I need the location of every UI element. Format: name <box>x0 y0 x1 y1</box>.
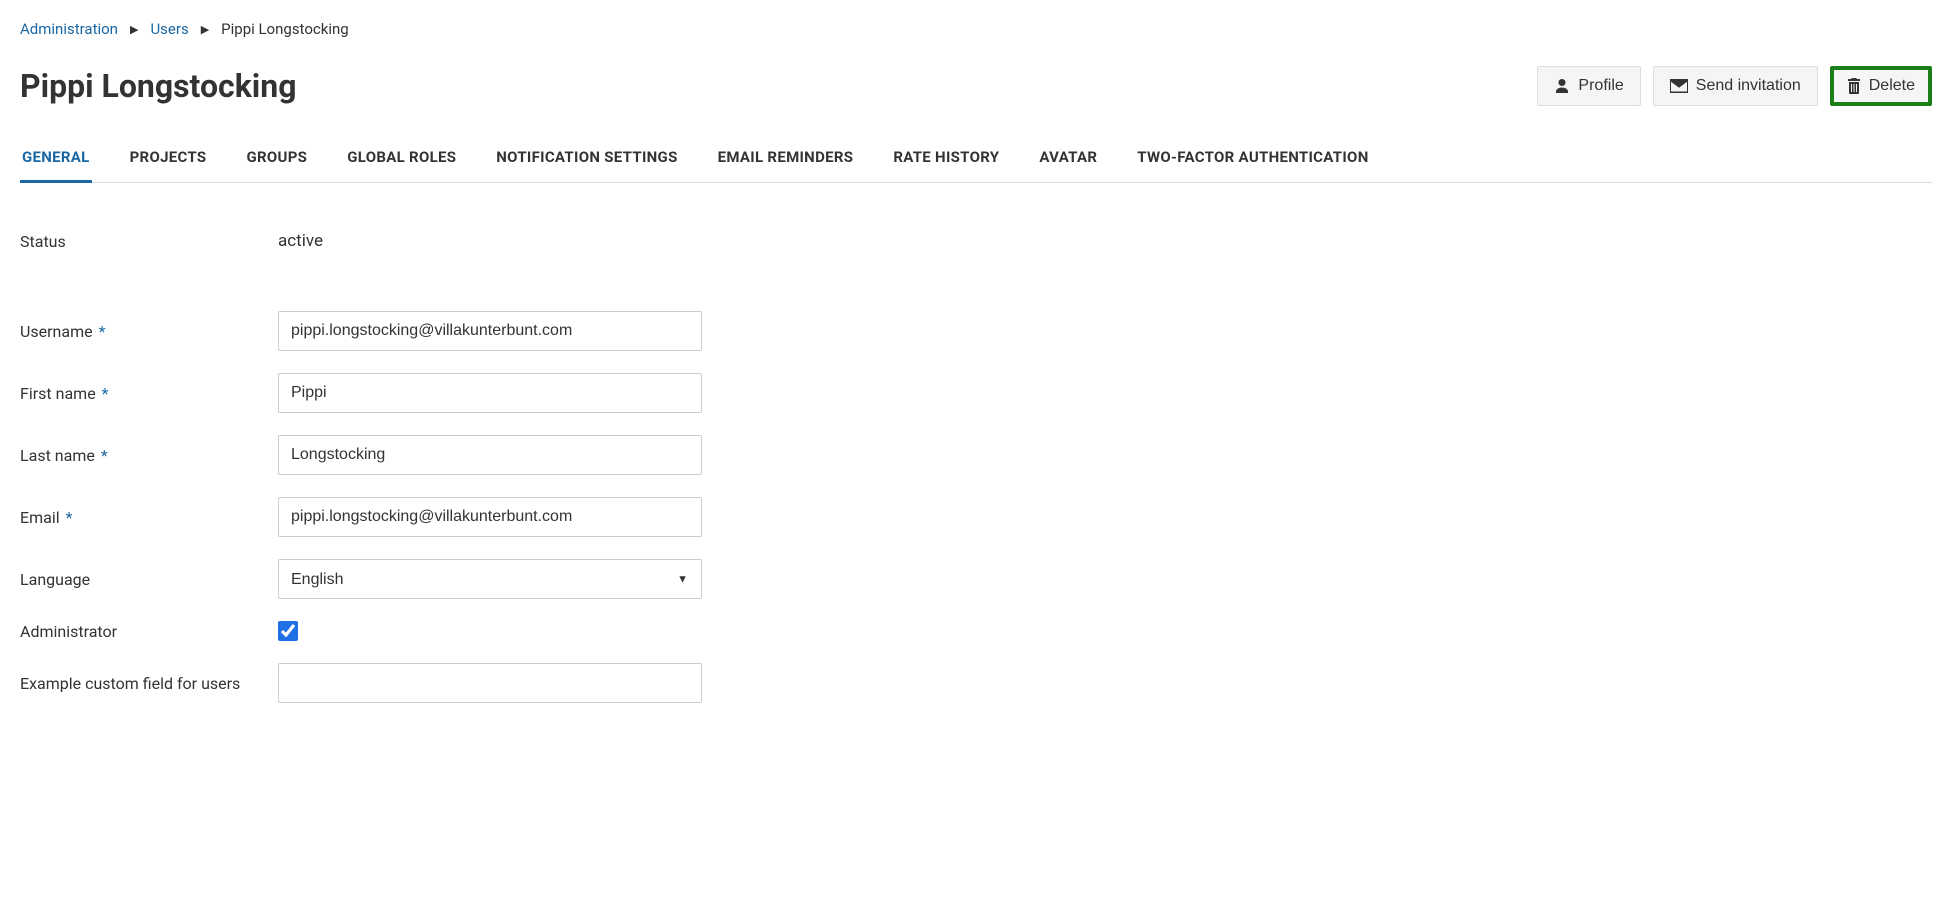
language-label: Language <box>20 570 278 589</box>
trash-icon <box>1847 78 1861 94</box>
tabs: GENERAL PROJECTS GROUPS GLOBAL ROLES NOT… <box>20 138 1932 183</box>
header-actions: Profile Send invitation Delete <box>1537 66 1932 106</box>
chevron-right-icon: ▶ <box>130 23 138 36</box>
form-row-administrator: Administrator <box>20 621 1932 641</box>
send-invitation-button[interactable]: Send invitation <box>1653 66 1818 106</box>
language-select[interactable]: English <box>278 559 702 599</box>
custom-field-input[interactable] <box>278 663 702 703</box>
administrator-checkbox[interactable] <box>278 621 298 641</box>
delete-button-label: Delete <box>1869 77 1915 95</box>
form-row-lastname: Last name * <box>20 435 1932 475</box>
envelope-icon <box>1670 79 1688 93</box>
form-row-status: Status active <box>20 231 1932 251</box>
email-label: Email * <box>20 508 278 527</box>
chevron-right-icon: ▶ <box>201 23 209 36</box>
firstname-input[interactable] <box>278 373 702 413</box>
tab-avatar[interactable]: AVATAR <box>1037 138 1099 183</box>
form-row-firstname: First name * <box>20 373 1932 413</box>
person-icon <box>1554 78 1570 94</box>
tab-email-reminders[interactable]: EMAIL REMINDERS <box>716 138 856 183</box>
form-row-email: Email * <box>20 497 1932 537</box>
send-invitation-button-label: Send invitation <box>1696 77 1801 95</box>
tab-global-roles[interactable]: GLOBAL ROLES <box>345 138 458 183</box>
form-row-custom-field: Example custom field for users <box>20 663 1932 703</box>
firstname-label: First name * <box>20 384 278 403</box>
email-input[interactable] <box>278 497 702 537</box>
tab-notification-settings[interactable]: NOTIFICATION SETTINGS <box>494 138 679 183</box>
breadcrumb-users[interactable]: Users <box>150 20 188 38</box>
tab-rate-history[interactable]: RATE HISTORY <box>891 138 1001 183</box>
breadcrumb-current: Pippi Longstocking <box>221 20 349 38</box>
user-form: Status active Username * First name * La… <box>20 231 1932 703</box>
page-header: Pippi Longstocking Profile Send invitati… <box>20 66 1932 106</box>
tab-projects[interactable]: PROJECTS <box>128 138 209 183</box>
custom-field-label: Example custom field for users <box>20 674 278 693</box>
tab-groups[interactable]: GROUPS <box>244 138 309 183</box>
lastname-label: Last name * <box>20 446 278 465</box>
breadcrumb-administration[interactable]: Administration <box>20 20 118 38</box>
username-input[interactable] <box>278 311 702 351</box>
profile-button[interactable]: Profile <box>1537 66 1640 106</box>
profile-button-label: Profile <box>1578 77 1623 95</box>
status-value: active <box>278 231 323 251</box>
breadcrumb: Administration ▶ Users ▶ Pippi Longstock… <box>20 20 1932 38</box>
tab-general[interactable]: GENERAL <box>20 138 92 183</box>
username-label: Username * <box>20 322 278 341</box>
delete-button[interactable]: Delete <box>1830 66 1932 106</box>
tab-two-factor[interactable]: TWO-FACTOR AUTHENTICATION <box>1135 138 1370 183</box>
form-row-language: Language English ▼ <box>20 559 1932 599</box>
administrator-label: Administrator <box>20 622 278 641</box>
status-label: Status <box>20 232 278 251</box>
lastname-input[interactable] <box>278 435 702 475</box>
form-row-username: Username * <box>20 311 1932 351</box>
page-title: Pippi Longstocking <box>20 67 296 105</box>
